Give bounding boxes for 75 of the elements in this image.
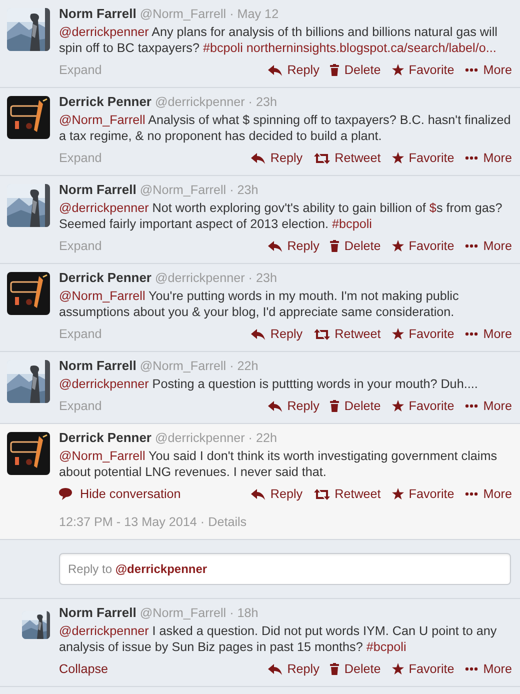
dots-icon: [465, 404, 478, 408]
retweet-action[interactable]: Retweet: [314, 149, 381, 167]
dots-icon: [465, 244, 478, 248]
retweet-icon: [314, 328, 330, 340]
more-action[interactable]: More: [465, 325, 512, 343]
more-action[interactable]: More: [465, 61, 512, 79]
star-icon: [392, 328, 404, 340]
favorite-action[interactable]: Favorite: [392, 237, 454, 255]
reply-action[interactable]: Reply: [268, 61, 320, 79]
reply-icon: [268, 664, 282, 674]
dots-icon: [465, 667, 478, 671]
author-name[interactable]: Norm Farrell: [59, 358, 136, 373]
retweet-icon: [314, 152, 330, 164]
reply-icon: [251, 328, 266, 340]
favorite-action[interactable]: Favorite: [392, 325, 454, 343]
author-name[interactable]: Derrick Penner: [59, 94, 152, 109]
trash-icon: [330, 663, 340, 675]
speech-bubble-icon: [59, 488, 72, 500]
dots-icon: [465, 492, 478, 496]
favorite-action[interactable]: Favorite: [392, 397, 454, 415]
reply-action[interactable]: Reply: [268, 660, 320, 678]
tweet-timestamp: 12:37 PM - 13 May 2014 ·: [59, 515, 205, 529]
reply-icon: [251, 152, 266, 164]
author-name[interactable]: Derrick Penner: [59, 430, 152, 445]
reply-icon: [268, 64, 282, 76]
star-icon: [392, 152, 404, 164]
retweet-icon: [314, 488, 330, 500]
star-icon: [392, 488, 404, 500]
retweet-action[interactable]: Retweet: [314, 485, 381, 503]
reply-action[interactable]: Reply: [251, 149, 303, 167]
author-name[interactable]: Norm Farrell: [59, 6, 136, 21]
delete-action[interactable]: Delete: [330, 237, 381, 255]
retweet-action[interactable]: Retweet: [314, 325, 381, 343]
dots-icon: [465, 68, 478, 72]
reply-icon: [268, 240, 282, 252]
star-icon: [392, 240, 404, 252]
reply-action[interactable]: Reply: [251, 325, 303, 343]
delete-action[interactable]: Delete: [330, 61, 381, 79]
tweet-text: @derrickpenner Not worth exploring gov't's ability to gain billion of $s from gas? Seemed fairly important aspect of 2013 election. #bcpoli: [59, 200, 504, 232]
author-name[interactable]: Norm Farrell: [59, 605, 136, 620]
more-action[interactable]: More: [465, 660, 512, 678]
trash-icon: [330, 64, 340, 76]
favorite-action[interactable]: Favorite: [392, 61, 454, 79]
tweet-text: @derrickpenner Any plans for analysis of th billions and billions natural gas will spin off to BC taxpayers? #bcpoli northerninsights.blogspot.ca/search/label/o...: [59, 24, 498, 56]
star-icon: [392, 663, 404, 675]
tweet-text: @Norm_Farrell Analysis of what $ spinning off to taxpayers? B.C. hasn't finalized a tax regime, & no proponent has decided to build a plant.: [59, 112, 512, 144]
collapse-link[interactable]: Collapse: [59, 660, 108, 678]
reply-icon: [251, 488, 266, 500]
star-icon: [392, 64, 404, 76]
favorite-action[interactable]: Favorite: [392, 485, 454, 503]
tweet-text: @Norm_Farrell You're putting words in my mouth. I'm not making public assumptions about you & your blog, I'd appreciate same consideration.: [59, 288, 460, 320]
dots-icon: [465, 332, 478, 336]
favorite-action[interactable]: Favorite: [392, 660, 454, 678]
favorite-action[interactable]: Favorite: [392, 149, 454, 167]
dots-icon: [465, 156, 478, 160]
trash-icon: [330, 240, 340, 252]
reply-icon: [268, 400, 282, 412]
tweet-text: @derrickpenner I asked a question. Did not put words IYM. Can U point to any analysis of issue by Sun Biz pages in past 15 months? #bcpoli: [59, 623, 498, 655]
reply-action[interactable]: Reply: [251, 485, 303, 503]
reply-field[interactable]: Reply to @derrickpenner: [59, 553, 511, 585]
more-action[interactable]: More: [465, 149, 512, 167]
reply-action[interactable]: Reply: [268, 237, 320, 255]
hide-conversation-link[interactable]: Hide conversation: [59, 485, 181, 503]
delete-action[interactable]: Delete: [330, 660, 381, 678]
tweet-text: @derrickpenner Posting a question is puttting words in your mouth? Duh....: [59, 376, 479, 392]
author-name[interactable]: Derrick Penner: [59, 270, 152, 285]
more-action[interactable]: More: [465, 397, 512, 415]
author-name[interactable]: Norm Farrell: [59, 182, 136, 197]
reply-action[interactable]: Reply: [268, 397, 320, 415]
trash-icon: [330, 400, 340, 412]
tweet-text: @Norm_Farrell You said I don't think its worth investigating government claims about potential LNG revenues. I never said that.: [59, 448, 498, 480]
more-action[interactable]: More: [465, 237, 512, 255]
star-icon: [392, 400, 404, 412]
more-action[interactable]: More: [465, 485, 512, 503]
delete-action[interactable]: Delete: [330, 397, 381, 415]
